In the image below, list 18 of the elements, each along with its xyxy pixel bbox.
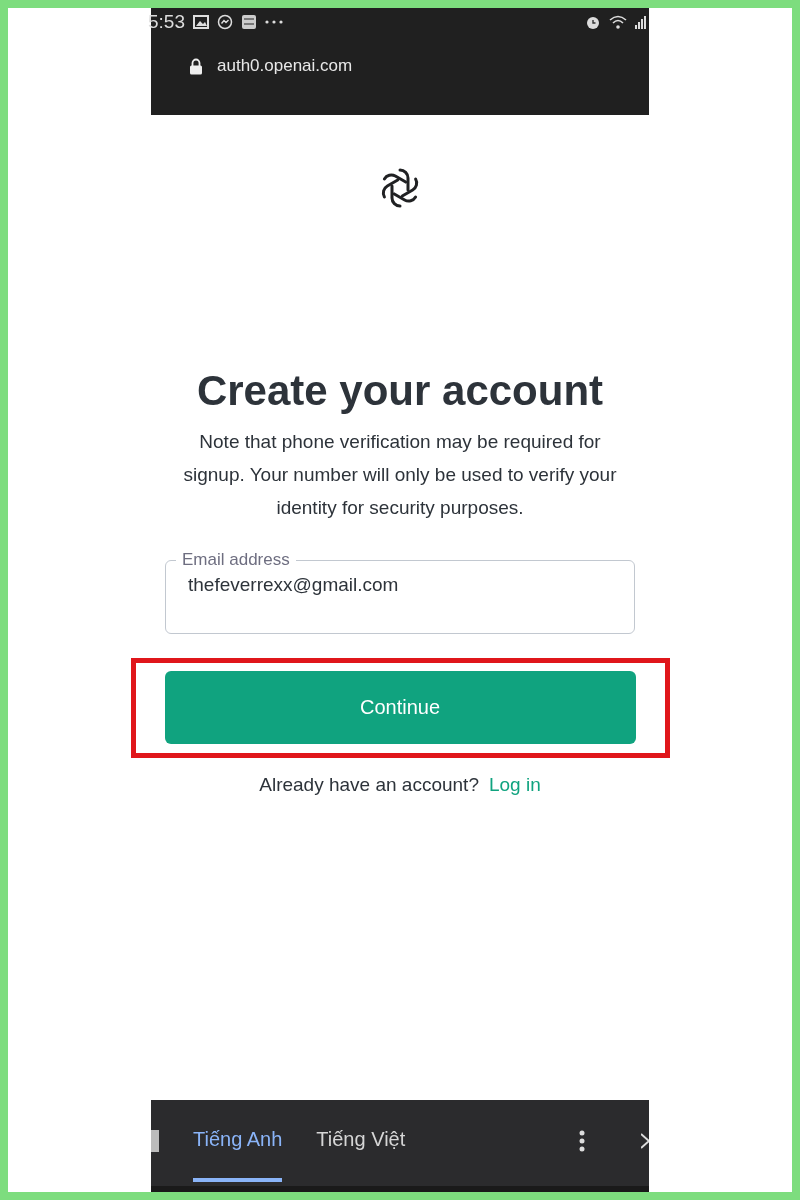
page-heading: Create your account: [196, 367, 604, 415]
alarm-icon: [585, 14, 601, 30]
app-icon: [241, 14, 257, 30]
chat-bubble-icon: [217, 14, 233, 30]
image-icon: [193, 15, 209, 29]
language-tab[interactable]: Tiếng Việt: [316, 1100, 406, 1182]
more-icon: [265, 20, 283, 24]
wifi-icon: [609, 15, 627, 29]
note-paragraph: Note that phone verification may be required for signup. Your number will only be used to verify your identity for security purposes.: [182, 430, 618, 520]
lock-icon: [189, 57, 203, 75]
language-tab[interactable]: Tiếng Anh: [193, 1100, 283, 1182]
email-field[interactable]: Email address thefeverrexx@gmail.com: [165, 550, 635, 634]
menu-icon[interactable]: [579, 1130, 585, 1152]
close-icon[interactable]: [641, 1132, 649, 1150]
url-text[interactable]: auth0.openai.com: [217, 56, 353, 76]
email-label: Email address: [181, 550, 291, 570]
login-prompt: Already have an account?: [259, 774, 479, 796]
signal-icon: [635, 15, 647, 29]
